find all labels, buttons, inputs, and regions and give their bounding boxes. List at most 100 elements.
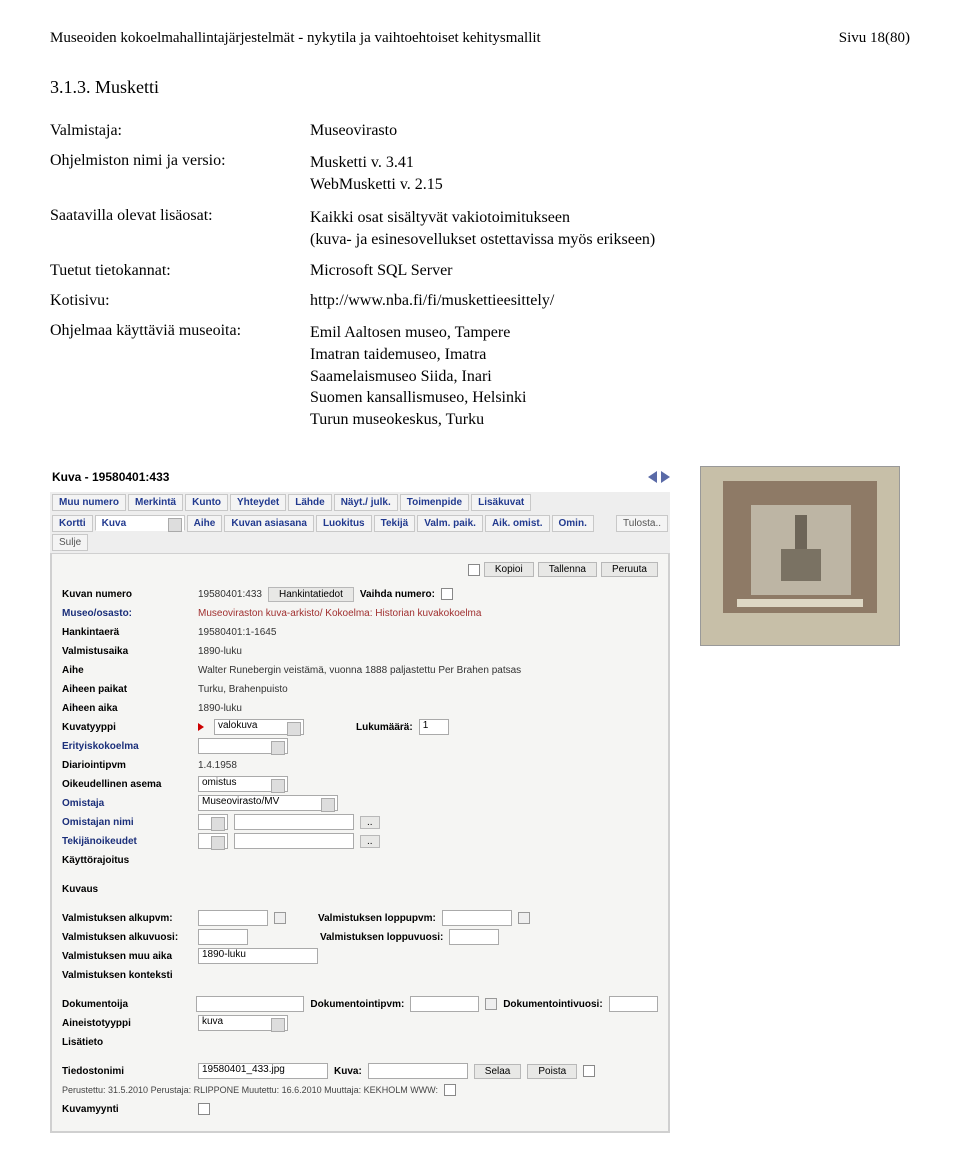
tab[interactable]: Kunto (185, 494, 228, 511)
label: Valmistaja: (50, 116, 310, 146)
date-input[interactable] (410, 996, 479, 1012)
ownername-input[interactable] (234, 814, 354, 830)
label: Valmistusaika (62, 646, 192, 657)
value: Microsoft SQL Server (310, 256, 910, 286)
browse-button[interactable]: Selaa (474, 1064, 522, 1079)
tab[interactable]: Omin. (552, 515, 594, 532)
label: Valmistuksen alkupvm: (62, 913, 192, 924)
date-input[interactable] (198, 910, 268, 926)
tab[interactable]: Lisäkuvat (471, 494, 531, 511)
filename-input[interactable]: 19580401_433.jpg (198, 1063, 328, 1079)
label: Aiheen paikat (62, 684, 192, 695)
checkbox[interactable] (444, 1084, 456, 1096)
ownername-select[interactable] (198, 814, 228, 830)
more-button[interactable]: .. (360, 835, 380, 848)
label: Valmistuksen konteksti (62, 970, 192, 981)
owner-select[interactable]: Museovirasto/MV (198, 795, 338, 811)
value: Walter Runebergin veistämä, vuonna 1888 … (198, 665, 521, 676)
tab[interactable]: Lähde (288, 494, 331, 511)
tab[interactable]: Aihe (187, 515, 223, 532)
list-item: Suomen kansallismuseo, Helsinki (310, 387, 910, 409)
close-button[interactable]: Sulje (52, 534, 88, 551)
label: Tekijänoikeudet (62, 836, 192, 847)
save-button[interactable]: Tallenna (538, 562, 597, 577)
tab[interactable]: Yhteydet (230, 494, 286, 511)
table-row: Kotisivu: http://www.nba.fi/fi/muskettie… (50, 286, 910, 316)
required-icon (198, 723, 204, 731)
label: Kotisivu: (50, 286, 310, 316)
link[interactable]: http://www.nba.fi/fi/muskettieesittely/ (310, 286, 910, 316)
text-input[interactable] (196, 996, 304, 1012)
imagetype-select[interactable]: valokuva (214, 719, 304, 735)
year-input[interactable] (198, 929, 248, 945)
list-item: Emil Aaltosen museo, Tampere (310, 322, 910, 344)
legal-select[interactable]: omistus (198, 776, 288, 792)
table-row: Saatavilla olevat lisäosat: Kaikki osat … (50, 201, 910, 256)
tab[interactable]: Tekijä (374, 515, 416, 532)
label: Valmistuksen loppupvm: (318, 913, 436, 924)
label: Dokumentointivuosi: (503, 999, 602, 1010)
date-input[interactable] (442, 910, 512, 926)
page-number: Sivu 18(80) (839, 30, 910, 47)
label: Saatavilla olevat lisäosat: (50, 201, 310, 256)
filepath-input[interactable] (368, 1063, 468, 1079)
print-button[interactable]: Tulosta.. (616, 515, 668, 532)
value: Musketti v. 3.41 (310, 152, 910, 174)
value: WebMusketti v. 2.15 (310, 174, 910, 196)
list-item: Imatran taidemuseo, Imatra (310, 344, 910, 366)
checkbox[interactable] (468, 564, 480, 576)
next-icon[interactable] (661, 471, 670, 483)
acquisition-button[interactable]: Hankintatiedot (268, 587, 354, 602)
tab[interactable]: Kuva (95, 515, 185, 531)
tab[interactable]: Kuvan asiasana (224, 515, 314, 532)
calendar-icon[interactable] (518, 912, 530, 924)
tab-row-2: Kortti Kuva Aihe Kuvan asiasana Luokitus… (50, 513, 670, 553)
value: Museovirasto (310, 116, 910, 146)
label: Aineistotyyppi (62, 1018, 192, 1029)
prev-icon[interactable] (648, 471, 657, 483)
label: Aiheen aika (62, 703, 192, 714)
value: Kaikki osat sisältyvät vakiotoimitukseen (310, 207, 910, 229)
value: 1.4.1958 (198, 760, 237, 771)
label: Ohjelmiston nimi ja versio: (50, 146, 310, 201)
rights-select[interactable] (198, 833, 228, 849)
label: Valmistuksen muu aika (62, 951, 192, 962)
rights-input[interactable] (234, 833, 354, 849)
label: Käyttörajoitus (62, 855, 192, 866)
tab[interactable]: Luokitus (316, 515, 372, 532)
label: Tiedostonimi (62, 1066, 192, 1077)
label: Vaihda numero: (360, 589, 435, 600)
checkbox[interactable] (198, 1103, 210, 1115)
header-title: Museoiden kokoelmahallintajärjestelmät -… (50, 30, 541, 47)
collection-select[interactable] (198, 738, 288, 754)
checkbox[interactable] (583, 1065, 595, 1077)
value: Museoviraston kuva-arkisto/ Kokoelma: Hi… (198, 608, 481, 619)
label: Dokumentointipvm: (310, 999, 404, 1010)
tab[interactable]: Aik. omist. (485, 515, 550, 532)
label: Aihe (62, 665, 192, 676)
tab[interactable]: Toimenpide (400, 494, 469, 511)
label: Omistajan nimi (62, 817, 192, 828)
tab[interactable]: Kortti (52, 515, 93, 532)
tab[interactable]: Näyt./ julk. (334, 494, 398, 511)
label: Hankintaerä (62, 627, 192, 638)
tab[interactable]: Merkintä (128, 494, 183, 511)
copy-button[interactable]: Kopioi (484, 562, 534, 577)
tab-row-1: Muu numero Merkintä Kunto Yhteydet Lähde… (50, 492, 670, 513)
materialtype-select[interactable]: kuva (198, 1015, 288, 1031)
count-input[interactable]: 1 (419, 719, 449, 735)
calendar-icon[interactable] (274, 912, 286, 924)
tab[interactable]: Valm. paik. (417, 515, 483, 532)
label: Kuvatyyppi (62, 722, 192, 733)
calendar-icon[interactable] (485, 998, 497, 1010)
label: Lisätieto (62, 1037, 192, 1048)
delete-button[interactable]: Poista (527, 1064, 577, 1079)
more-button[interactable]: .. (360, 816, 380, 829)
tab[interactable]: Muu numero (52, 494, 126, 511)
label: Erityiskokoelma (62, 741, 192, 752)
cancel-button[interactable]: Peruuta (601, 562, 658, 577)
text-input[interactable]: 1890-luku (198, 948, 318, 964)
checkbox[interactable] (441, 588, 453, 600)
year-input[interactable] (609, 996, 658, 1012)
year-input[interactable] (449, 929, 499, 945)
